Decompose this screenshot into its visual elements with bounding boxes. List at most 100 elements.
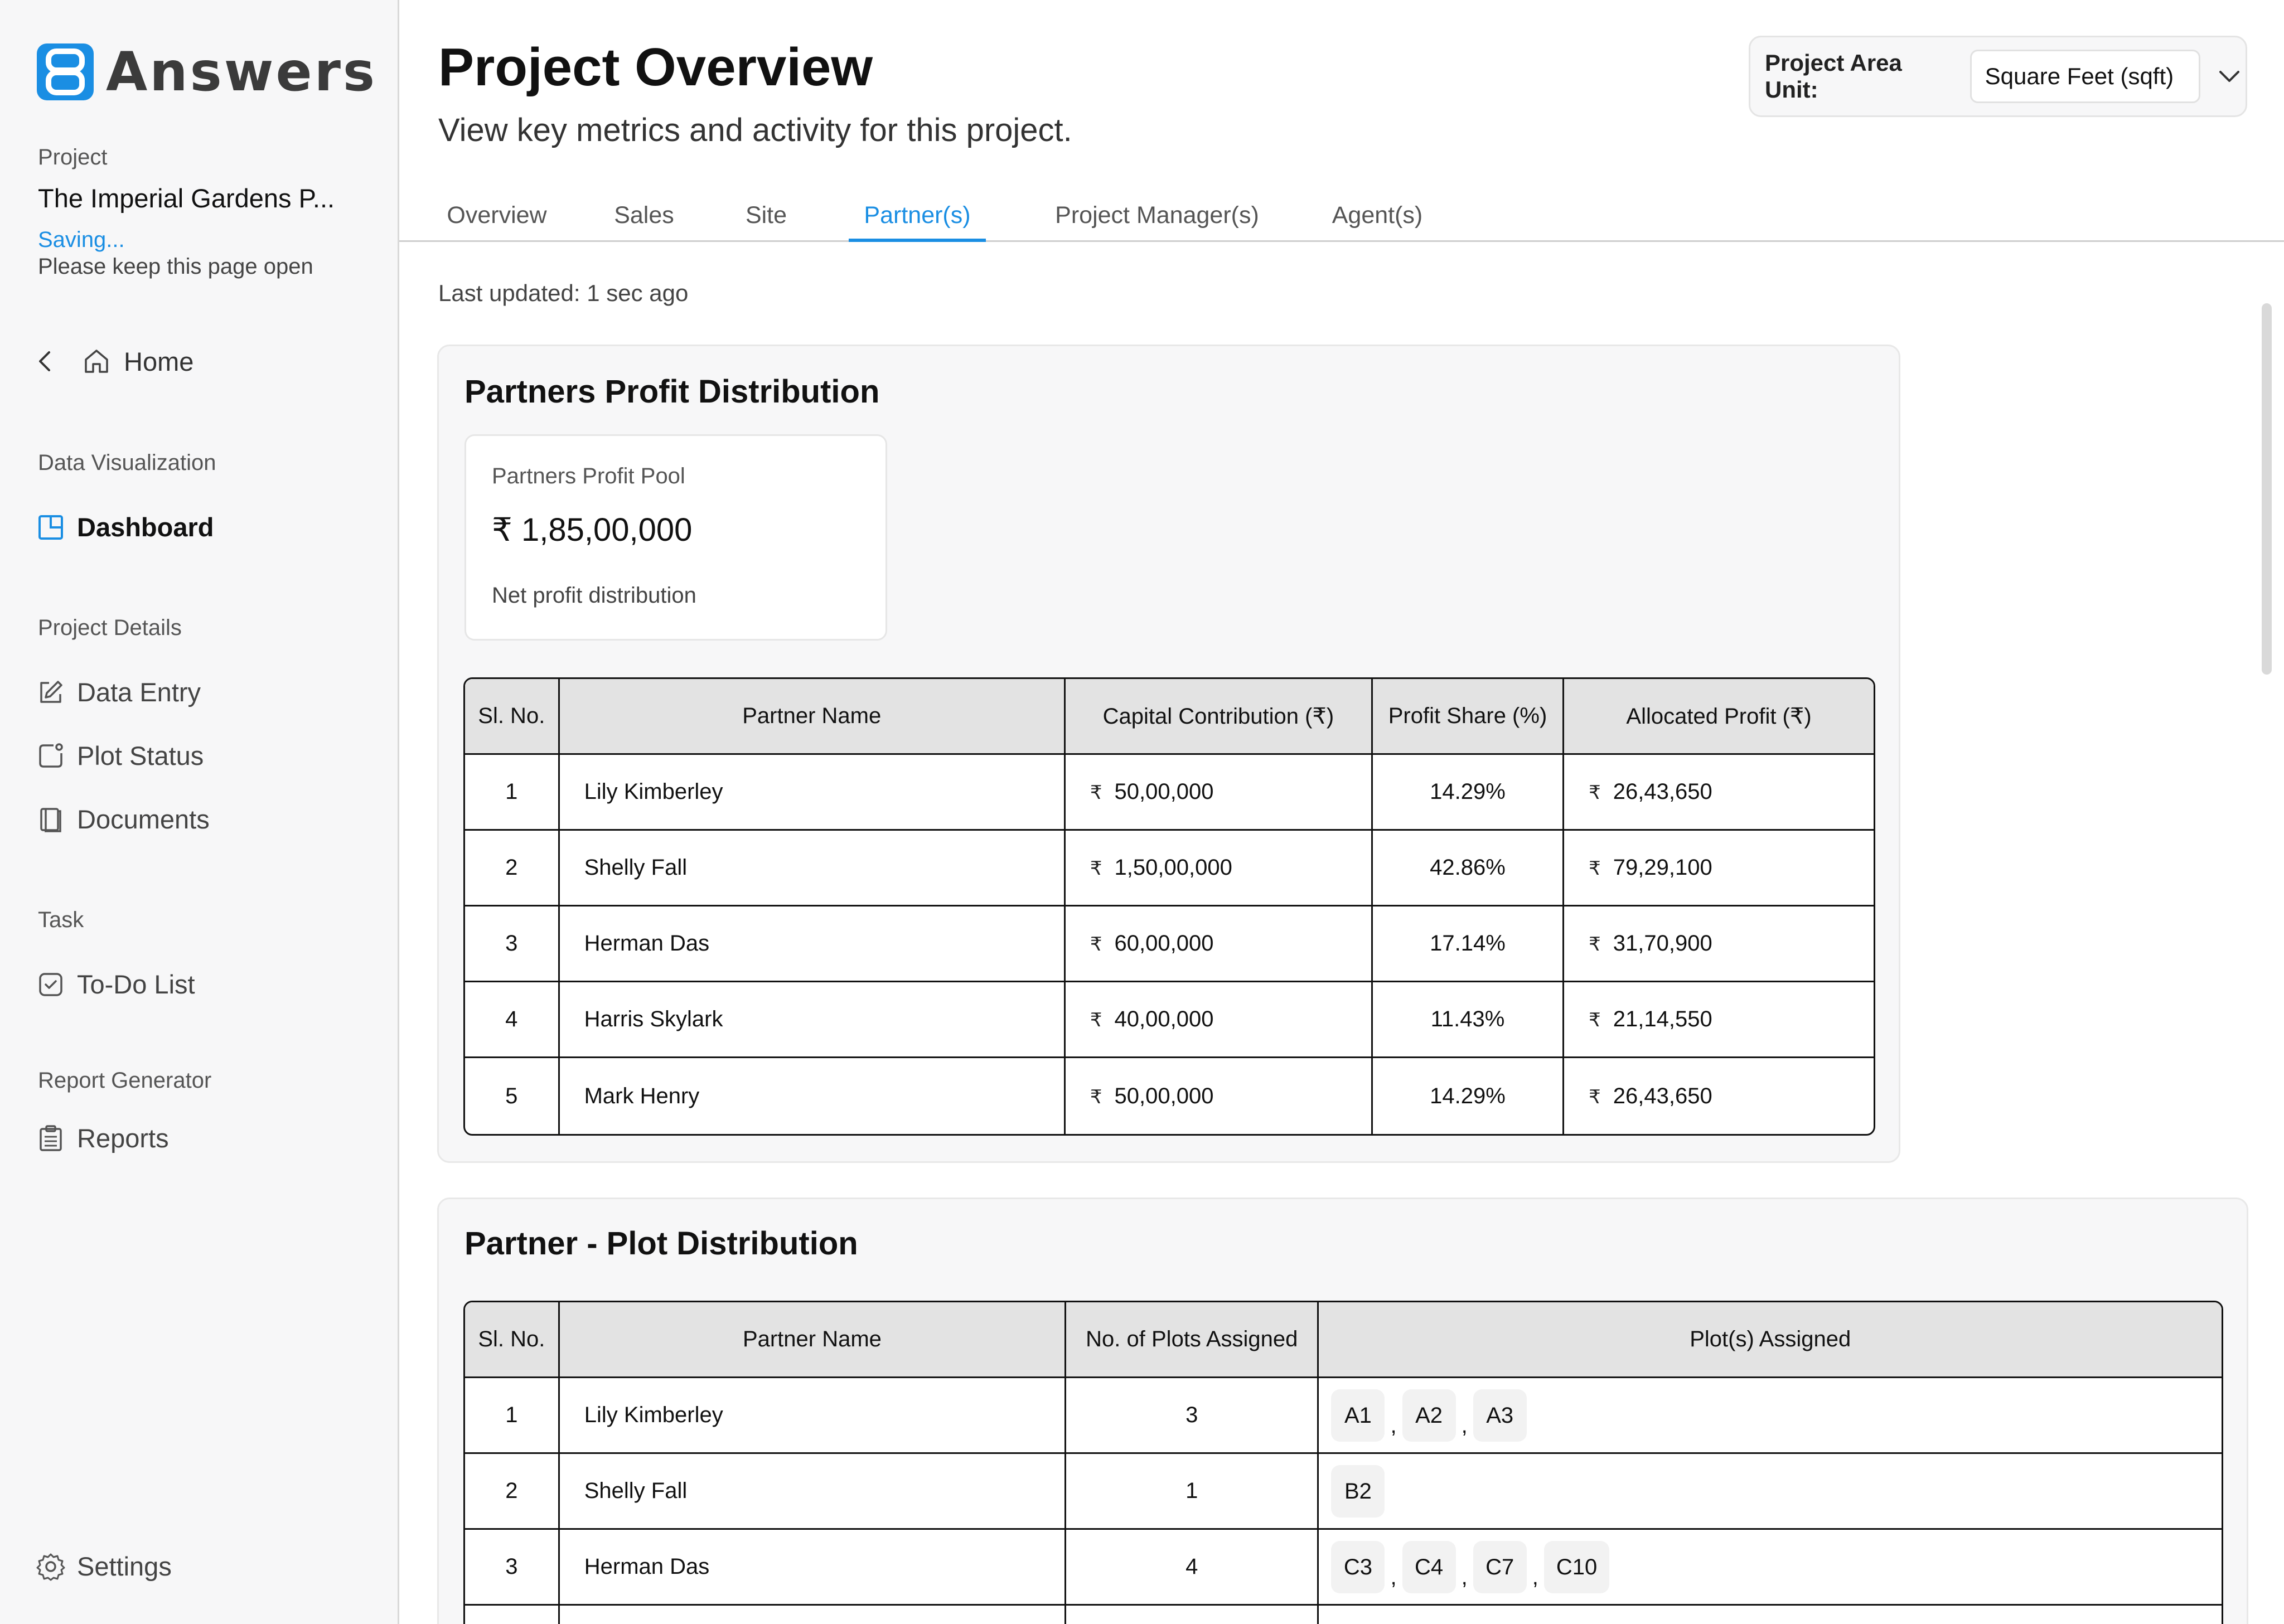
last-updated: Last updated: 1 sec ago — [438, 280, 689, 306]
section-report-generator: Report Generator — [38, 1068, 212, 1093]
sidebar-item-settings[interactable]: Settings — [36, 1551, 172, 1582]
plot-chip[interactable]: A2 — [1402, 1389, 1456, 1442]
profit-pool-card: Partners Profit Pool ₹ 1,85,00,000 Net p… — [464, 434, 887, 641]
rupee-icon: ₹ — [1589, 782, 1601, 803]
project-name: The Imperial Gardens P... — [38, 183, 335, 213]
plot-status-icon — [36, 741, 66, 771]
tab-agents[interactable]: Agent(s) — [1320, 196, 1434, 242]
column-header: Plot(s) Assigned — [1319, 1302, 2222, 1378]
partner-name-cell: Herman Das — [559, 906, 1066, 982]
profit-share-cell: 14.29% — [1372, 755, 1565, 831]
column-header: Allocated Profit (₹) — [1564, 679, 1874, 755]
sidebar-item-dashboard[interactable]: Dashboard — [36, 512, 214, 542]
keep-open-notice: Please keep this page open — [38, 254, 313, 279]
sl-no-cell: 1 — [465, 1378, 560, 1454]
table-row: 4 Harris Skylark ₹40,00,000 11.43% ₹21,1… — [465, 982, 1874, 1058]
tab-bar: Overview Sales Site Partner(s) Project M… — [399, 196, 2284, 242]
rupee-icon: ₹ — [1589, 1086, 1601, 1108]
partner-name-cell: Herman Das — [559, 1530, 1067, 1606]
table-row: 2 Shelly Fall 1 B2 — [465, 1454, 2222, 1530]
plots-count-cell — [1066, 1606, 1319, 1624]
sidebar-item-label: Plot Status — [77, 741, 204, 770]
sidebar-item-documents[interactable]: Documents — [36, 804, 210, 835]
plot-chip[interactable]: C7 — [1473, 1540, 1527, 1593]
project-area-unit-label: Project Area Unit: — [1765, 50, 1902, 103]
table-row: 1 Lily Kimberley ₹50,00,000 14.29% ₹26,4… — [465, 755, 1874, 831]
plots-assigned-cell: B2 — [1319, 1454, 2222, 1530]
plot-separator: , — [1461, 1413, 1468, 1438]
column-header: Partner Name — [559, 1302, 1067, 1378]
brand-name: Answers — [106, 41, 378, 103]
plot-chip[interactable]: C10 — [1543, 1540, 1610, 1593]
profit-share-cell: 14.29% — [1373, 1058, 1565, 1134]
chevron-left-icon[interactable] — [33, 345, 56, 378]
table-row: 3 Herman Das ₹60,00,000 17.14% ₹31,70,90… — [465, 906, 1874, 982]
section-data-visualization: Data Visualization — [38, 450, 216, 475]
chevron-down-icon[interactable] — [2213, 60, 2246, 93]
plot-separator: , — [1532, 1564, 1538, 1589]
plot-chip[interactable]: A1 — [1331, 1389, 1385, 1442]
sidebar-item-data-entry[interactable]: Data Entry — [36, 677, 201, 707]
capital-cell: ₹50,00,000 — [1066, 1058, 1373, 1134]
home-label: Home — [124, 346, 194, 376]
column-header: No. of Plots Assigned — [1066, 1302, 1319, 1378]
sidebar-item-label: Reports — [77, 1123, 169, 1153]
sl-no-cell: 5 — [465, 1058, 560, 1134]
plot-chip[interactable]: C4 — [1402, 1540, 1456, 1593]
partner-plot-distribution-card: Partner - Plot Distribution Sl. No. Part… — [437, 1198, 2248, 1624]
rupee-icon: ₹ — [1090, 1010, 1102, 1031]
partner-name-cell: Lily Kimberley — [559, 755, 1066, 831]
allocated-profit-value: 31,70,900 — [1613, 931, 1712, 956]
allocated-profit-value: 26,43,650 — [1613, 1083, 1712, 1108]
rupee-icon: ₹ — [1090, 858, 1102, 879]
project-area-unit-control: Project Area Unit: Square Feet (sqft) — [1749, 36, 2247, 117]
section-title: Partner - Plot Distribution — [464, 1225, 858, 1262]
app-logo[interactable]: Answers — [37, 43, 377, 100]
capital-value: 50,00,000 — [1114, 1083, 1214, 1108]
sl-no-cell — [465, 1606, 560, 1624]
profit-share-cell: 11.43% — [1372, 982, 1565, 1058]
section-task: Task — [38, 908, 84, 932]
tab-overview[interactable]: Overview — [444, 196, 550, 242]
tab-project-managers[interactable]: Project Manager(s) — [1043, 196, 1271, 242]
sidebar-item-label: Settings — [77, 1552, 172, 1581]
plot-chip[interactable]: A3 — [1473, 1389, 1527, 1442]
plots-count-cell: 1 — [1066, 1454, 1319, 1530]
allocated-profit-cell: ₹26,43,650 — [1564, 755, 1874, 831]
table-row: 5 Mark Henry ₹50,00,000 14.29% ₹26,43,65… — [465, 1058, 1874, 1134]
tab-site[interactable]: Site — [739, 196, 793, 242]
project-area-unit-select[interactable]: Square Feet (sqft) — [1970, 50, 2201, 103]
home-nav[interactable]: Home — [33, 345, 193, 378]
rupee-icon: ₹ — [1090, 782, 1102, 803]
partner-name-cell: Mark Henry — [560, 1058, 1066, 1134]
sidebar-item-reports[interactable]: Reports — [36, 1123, 169, 1153]
column-header: Capital Contribution (₹) — [1065, 679, 1373, 755]
capital-value: 40,00,000 — [1114, 1007, 1214, 1031]
plots-assigned-cell: C3, C4, C7, C10 — [1319, 1530, 2222, 1606]
plots-count-cell: 4 — [1066, 1530, 1319, 1606]
section-title: Partners Profit Distribution — [464, 374, 880, 410]
allocated-profit-cell: ₹31,70,900 — [1564, 906, 1874, 982]
column-header: Sl. No. — [465, 679, 560, 755]
tab-sales[interactable]: Sales — [608, 196, 680, 242]
plot-chip[interactable]: B2 — [1331, 1465, 1385, 1518]
page-scrollbar[interactable] — [2262, 303, 2272, 675]
allocated-profit-cell: ₹79,29,100 — [1564, 831, 1874, 906]
sidebar-item-label: To-Do List — [77, 969, 195, 999]
logo-8-icon — [37, 43, 94, 100]
table-header-row: Sl. No. Partner Name Capital Contributio… — [465, 679, 1874, 755]
profit-pool-note: Net profit distribution — [492, 583, 696, 608]
sidebar: Answers Project The Imperial Gardens P..… — [0, 0, 399, 1624]
sidebar-item-plot-status[interactable]: Plot Status — [36, 740, 204, 771]
tab-partners[interactable]: Partner(s) — [849, 196, 986, 242]
project-caption: Project — [38, 145, 108, 169]
sl-no-cell: 2 — [465, 831, 560, 906]
sidebar-item-todo-list[interactable]: To-Do List — [36, 969, 195, 1000]
plot-chip[interactable]: C3 — [1331, 1540, 1385, 1593]
capital-value: 1,50,00,000 — [1114, 855, 1232, 880]
rupee-icon: ₹ — [1090, 1086, 1102, 1108]
capital-value: 50,00,000 — [1114, 779, 1214, 804]
rupee-icon: ₹ — [1589, 858, 1601, 879]
profit-pool-value: ₹ 1,85,00,000 — [492, 512, 693, 548]
page-title: Project Overview — [438, 37, 873, 97]
